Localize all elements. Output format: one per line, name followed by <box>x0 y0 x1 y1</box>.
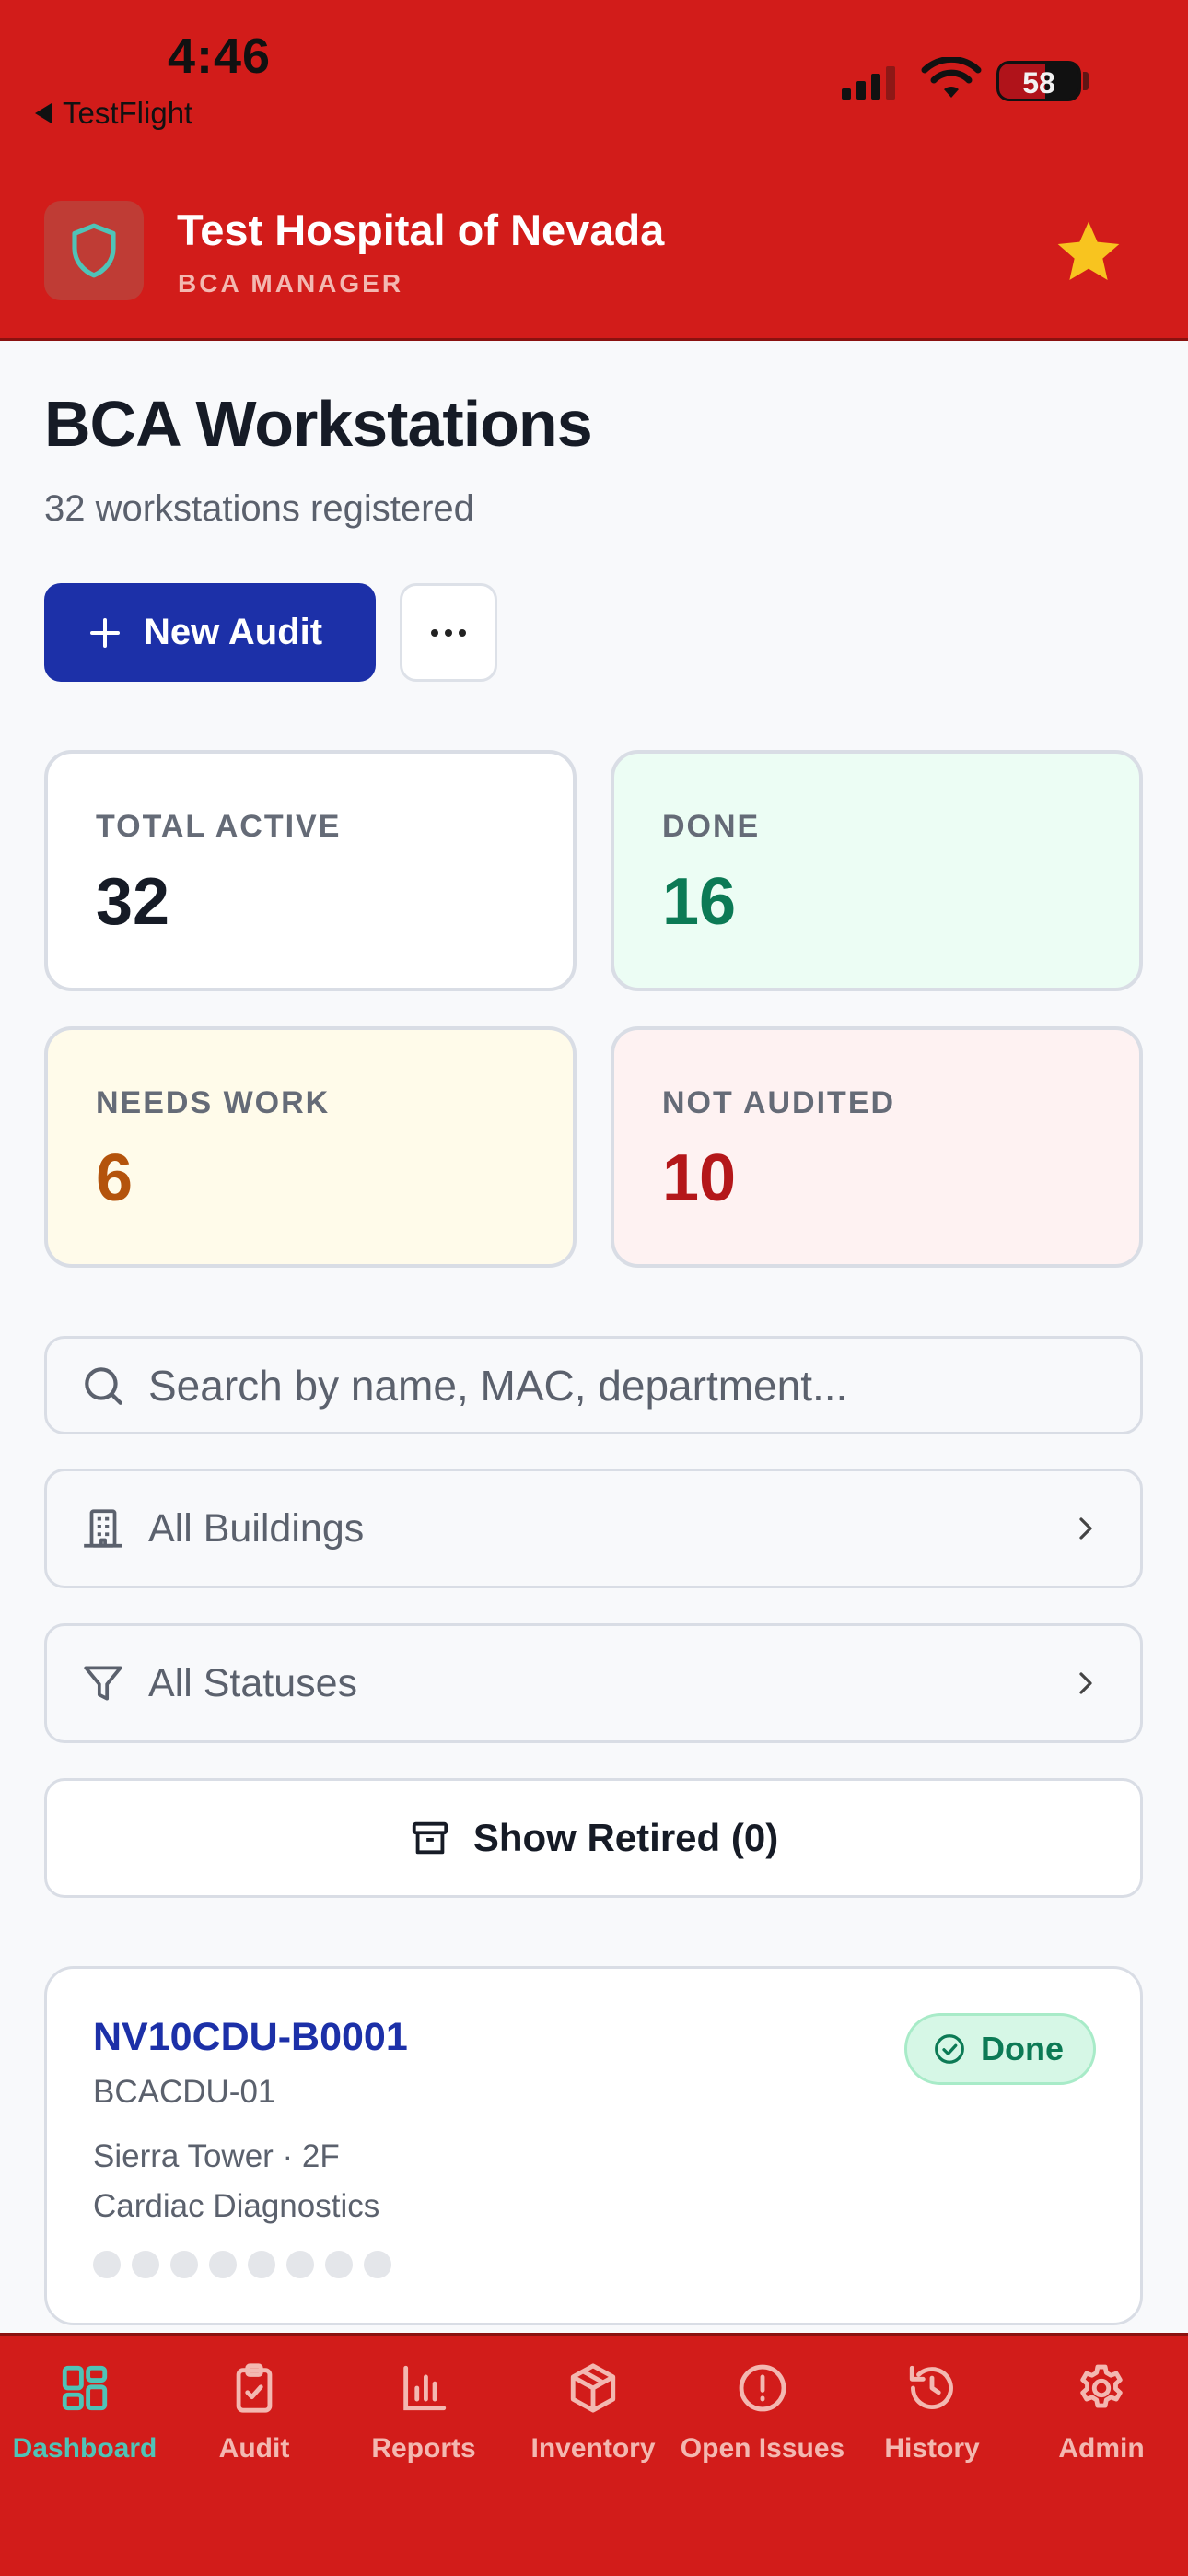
new-audit-label: New Audit <box>144 612 323 652</box>
tab-label: Dashboard <box>12 2433 157 2464</box>
progress-dot <box>132 2251 159 2278</box>
tab-label: Admin <box>1058 2433 1145 2464</box>
stat-value: 32 <box>96 865 170 939</box>
tab-admin[interactable]: Admin <box>1017 2361 1186 2465</box>
battery-icon: 58 <box>996 61 1081 101</box>
tab-dashboard[interactable]: Dashboard <box>0 2361 169 2465</box>
progress-dot <box>325 2251 353 2278</box>
progress-dot <box>209 2251 237 2278</box>
tab-label: Reports <box>371 2433 476 2464</box>
stat-label: TOTAL ACTIVE <box>96 809 342 844</box>
tab-history[interactable]: History <box>847 2361 1017 2465</box>
battery-level: 58 <box>1022 66 1055 100</box>
status-select[interactable]: All Statuses <box>44 1623 1143 1743</box>
workstation-card[interactable]: NV10CDU-B0001 BCACDU-01 Sierra Tower · 2… <box>44 1966 1143 2325</box>
tab-reports[interactable]: Reports <box>339 2361 508 2465</box>
archive-icon <box>412 1821 448 1855</box>
stat-value: 16 <box>662 865 737 939</box>
star-icon[interactable] <box>1052 216 1125 289</box>
search-placeholder: Search by name, MAC, department... <box>148 1361 848 1410</box>
battery-tip <box>1083 72 1089 90</box>
app-subtitle: BCA MANAGER <box>178 269 404 298</box>
hospital-name: Test Hospital of Nevada <box>177 205 665 254</box>
page-title: BCA Workstations <box>44 388 593 460</box>
alert-circle-icon <box>739 2364 786 2412</box>
progress-dot <box>286 2251 314 2278</box>
app-header: 4:46 TestFlight 58 Test Hospital of Neva… <box>0 0 1188 341</box>
filter-icon <box>84 1666 122 1701</box>
workstation-count: 32 workstations registered <box>44 488 474 529</box>
building-icon <box>84 1509 122 1548</box>
new-audit-button[interactable]: New Audit <box>44 583 376 682</box>
stat-label: DONE <box>662 809 761 844</box>
tab-label: Audit <box>218 2433 290 2464</box>
tab-label: Inventory <box>530 2433 656 2464</box>
plus-icon <box>90 617 120 648</box>
shield-icon <box>72 223 116 278</box>
app-logo <box>44 201 144 300</box>
show-retired-label: Show Retired (0) <box>472 1816 779 1859</box>
status-value: All Statuses <box>148 1660 358 1705</box>
package-icon <box>570 2363 616 2413</box>
history-icon <box>909 2365 953 2409</box>
tab-open-issues[interactable]: Open Issues <box>678 2361 847 2465</box>
audit-progress-dots <box>93 2251 391 2278</box>
tab-audit[interactable]: Audit <box>169 2361 339 2465</box>
back-to-testflight[interactable]: TestFlight <box>35 96 192 131</box>
more-options-button[interactable] <box>400 583 497 682</box>
building-value: All Buildings <box>148 1505 365 1551</box>
status-badge-label: Done <box>981 2030 1064 2067</box>
progress-dot <box>364 2251 391 2278</box>
workstation-location: Sierra Tower · 2F <box>93 2138 340 2174</box>
tab-inventory[interactable]: Inventory <box>508 2361 678 2465</box>
ellipsis-icon <box>431 628 438 637</box>
stat-label: NEEDS WORK <box>96 1085 331 1120</box>
status-badge: Done <box>904 2013 1096 2085</box>
bottom-tab-bar: Dashboard Audit Reports Inventory Open I… <box>0 2333 1188 2576</box>
wifi-icon <box>921 57 982 98</box>
cellular-signal-icon <box>842 64 895 100</box>
stat-value: 10 <box>662 1142 737 1215</box>
stat-total-active[interactable]: TOTAL ACTIVE 32 <box>44 750 577 991</box>
workstation-id[interactable]: NV10CDU-B0001 <box>93 2015 408 2060</box>
building-select[interactable]: All Buildings <box>44 1469 1143 1588</box>
progress-dot <box>248 2251 275 2278</box>
progress-dot <box>93 2251 121 2278</box>
status-time: 4:46 <box>168 29 272 84</box>
stat-done[interactable]: DONE 16 <box>611 750 1143 991</box>
progress-dot <box>170 2251 198 2278</box>
stat-needs-work[interactable]: NEEDS WORK 6 <box>44 1026 577 1268</box>
back-arrow-icon <box>35 103 52 123</box>
show-retired-button[interactable]: Show Retired (0) <box>44 1778 1143 1898</box>
workstation-department: Cardiac Diagnostics <box>93 2188 380 2224</box>
search-input[interactable]: Search by name, MAC, department... <box>44 1336 1143 1434</box>
back-label: TestFlight <box>63 96 193 130</box>
workstation-tag: BCACDU-01 <box>93 2074 276 2110</box>
dashboard-icon <box>62 2365 108 2411</box>
tab-label: History <box>884 2433 980 2464</box>
check-circle-icon <box>935 2034 964 2064</box>
stat-label: NOT AUDITED <box>662 1085 896 1120</box>
stat-not-audited[interactable]: NOT AUDITED 10 <box>611 1026 1143 1268</box>
clipboard-check-icon <box>236 2363 273 2413</box>
chevron-right-icon <box>1079 1672 1092 1694</box>
tab-label: Open Issues <box>680 2433 845 2464</box>
search-icon <box>85 1366 122 1405</box>
chevron-right-icon <box>1079 1517 1092 1540</box>
stat-value: 6 <box>96 1142 134 1215</box>
gear-icon <box>1080 2364 1123 2408</box>
bar-chart-icon <box>403 2365 447 2411</box>
